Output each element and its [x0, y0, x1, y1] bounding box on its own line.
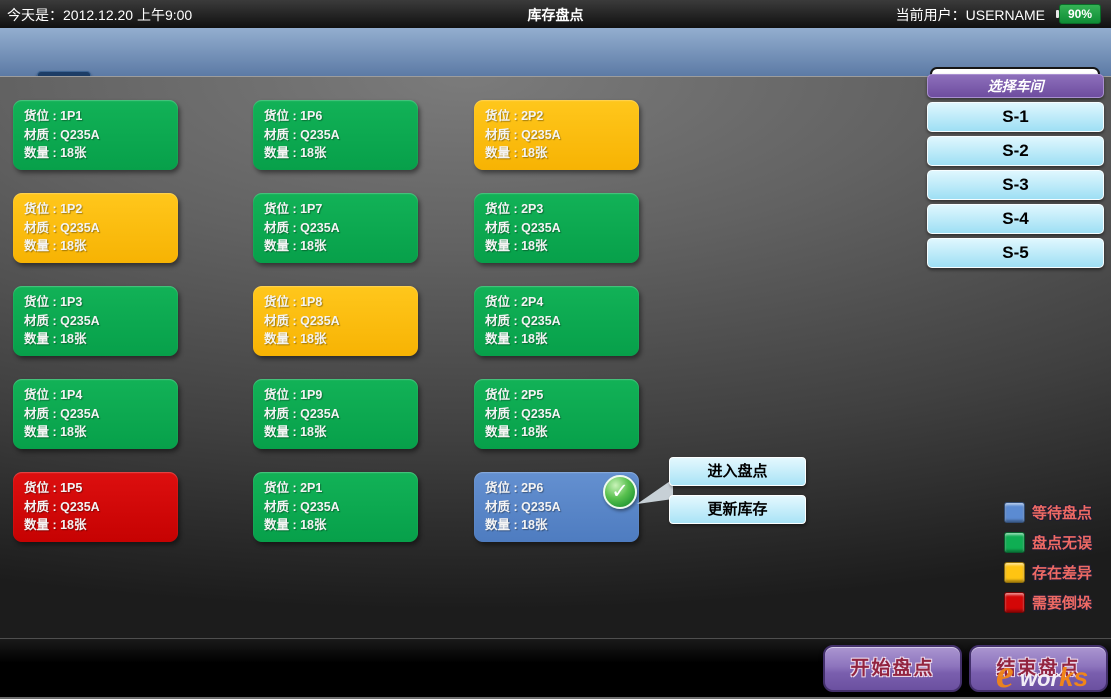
legend-label: 盘点无误 — [1032, 532, 1092, 553]
card-line: 数量 : 18张 — [24, 237, 178, 256]
legend-label: 存在差异 — [1032, 562, 1092, 583]
card-line: 材质 : Q235A — [264, 126, 418, 145]
card-line: 材质 : Q235A — [485, 126, 639, 145]
workshop-option-S-4[interactable]: S-4 — [927, 204, 1104, 234]
storage-card-1P3[interactable]: 货位 : 1P3材质 : Q235A数量 : 18张 — [13, 286, 178, 356]
storage-card-2P3[interactable]: 货位 : 2P3材质 : Q235A数量 : 18张 — [474, 193, 639, 263]
card-line: 货位 : 2P1 — [264, 479, 418, 498]
card-line: 货位 : 2P5 — [485, 386, 639, 405]
card-line: 货位 : 1P2 — [24, 200, 178, 219]
legend-row-red: 需要倒垛 — [1004, 592, 1092, 612]
card-line: 数量 : 18张 — [485, 237, 639, 256]
workshop-option-S-1[interactable]: S-1 — [927, 102, 1104, 132]
current-user: 当前用户：USERNAME — [896, 5, 1045, 25]
workshop-dropdown-list: 选择车间 S-1 S-2 S-3 S-4 S-5 — [927, 74, 1104, 268]
context-menu-item-2[interactable]: 更新库存 — [669, 495, 806, 524]
card-line: 材质 : Q235A — [485, 219, 639, 238]
card-line: 数量 : 18张 — [485, 423, 639, 442]
status-legend: 等待盘点盘点无误存在差异需要倒垛 — [1004, 502, 1092, 612]
legend-row-green: 盘点无误 — [1004, 532, 1092, 552]
card-line: 货位 : 2P3 — [485, 200, 639, 219]
card-line: 数量 : 18张 — [485, 330, 639, 349]
workshop-dropdown-header: 选择车间 — [927, 74, 1104, 98]
card-line: 数量 : 18张 — [264, 237, 418, 256]
card-line: 材质 : Q235A — [24, 498, 178, 517]
context-menu-pointer — [637, 479, 673, 506]
card-column-3: 货位 : 2P2材质 : Q235A数量 : 18张货位 : 2P3材质 : Q… — [474, 100, 639, 565]
card-line: 材质 : Q235A — [264, 405, 418, 424]
start-count-button[interactable]: 开始盘点 — [823, 645, 962, 692]
legend-swatch-blue — [1004, 502, 1025, 523]
card-line: 数量 : 18张 — [24, 423, 178, 442]
workshop-option-S-2[interactable]: S-2 — [927, 136, 1104, 166]
card-line: 材质 : Q235A — [485, 312, 639, 331]
storage-card-1P9[interactable]: 货位 : 1P9材质 : Q235A数量 : 18张 — [253, 379, 418, 449]
legend-row-blue: 等待盘点 — [1004, 502, 1092, 522]
storage-card-2P6[interactable]: 货位 : 2P6材质 : Q235A数量 : 18张✓ — [474, 472, 639, 542]
card-line: 货位 : 1P3 — [24, 293, 178, 312]
toolbar: 返回 选择车间 S-1 — [0, 28, 1111, 76]
status-bar: 今天是：2012.12.20 上午9:00 库存盘点 当前用户：USERNAME… — [0, 0, 1111, 28]
storage-card-1P7[interactable]: 货位 : 1P7材质 : Q235A数量 : 18张 — [253, 193, 418, 263]
end-count-button[interactable]: 结束盘点 — [969, 645, 1108, 692]
storage-card-1P6[interactable]: 货位 : 1P6材质 : Q235A数量 : 18张 — [253, 100, 418, 170]
workshop-option-S-3[interactable]: S-3 — [927, 170, 1104, 200]
card-line: 数量 : 18张 — [264, 144, 418, 163]
card-line: 材质 : Q235A — [485, 405, 639, 424]
legend-swatch-green — [1004, 532, 1025, 553]
card-line: 货位 : 1P6 — [264, 107, 418, 126]
card-line: 数量 : 18张 — [485, 516, 639, 535]
card-line: 数量 : 18张 — [264, 516, 418, 535]
card-line: 材质 : Q235A — [264, 219, 418, 238]
card-line: 数量 : 18张 — [485, 144, 639, 163]
storage-card-1P1[interactable]: 货位 : 1P1材质 : Q235A数量 : 18张 — [13, 100, 178, 170]
storage-card-2P4[interactable]: 货位 : 2P4材质 : Q235A数量 : 18张 — [474, 286, 639, 356]
battery-icon: 90% — [1059, 4, 1101, 24]
inventory-count-screen: 今天是：2012.12.20 上午9:00 库存盘点 当前用户：USERNAME… — [0, 0, 1111, 699]
storage-card-1P8[interactable]: 货位 : 1P8材质 : Q235A数量 : 18张 — [253, 286, 418, 356]
card-line: 数量 : 18张 — [264, 423, 418, 442]
card-line: 数量 : 18张 — [24, 144, 178, 163]
card-line: 材质 : Q235A — [24, 405, 178, 424]
card-line: 货位 : 1P8 — [264, 293, 418, 312]
card-line: 货位 : 1P9 — [264, 386, 418, 405]
legend-swatch-red — [1004, 592, 1025, 613]
card-line: 材质 : Q235A — [264, 498, 418, 517]
card-column-1: 货位 : 1P1材质 : Q235A数量 : 18张货位 : 1P2材质 : Q… — [13, 100, 178, 565]
card-line: 数量 : 18张 — [24, 516, 178, 535]
card-line: 材质 : Q235A — [24, 219, 178, 238]
card-line: 材质 : Q235A — [24, 312, 178, 331]
card-line: 数量 : 18张 — [24, 330, 178, 349]
storage-card-2P1[interactable]: 货位 : 2P1材质 : Q235A数量 : 18张 — [253, 472, 418, 542]
legend-label: 需要倒垛 — [1032, 592, 1092, 613]
card-line: 货位 : 1P7 — [264, 200, 418, 219]
legend-row-yellow: 存在差异 — [1004, 562, 1092, 582]
card-column-2: 货位 : 1P6材质 : Q235A数量 : 18张货位 : 1P7材质 : Q… — [253, 100, 418, 565]
card-line: 材质 : Q235A — [264, 312, 418, 331]
storage-card-1P2[interactable]: 货位 : 1P2材质 : Q235A数量 : 18张 — [13, 193, 178, 263]
storage-card-2P5[interactable]: 货位 : 2P5材质 : Q235A数量 : 18张 — [474, 379, 639, 449]
card-line: 数量 : 18张 — [264, 330, 418, 349]
card-line: 货位 : 1P1 — [24, 107, 178, 126]
context-menu: 进入盘点更新库存 — [669, 457, 806, 524]
workshop-option-S-5[interactable]: S-5 — [927, 238, 1104, 268]
storage-card-1P5[interactable]: 货位 : 1P5材质 : Q235A数量 : 18张 — [13, 472, 178, 542]
card-line: 货位 : 2P4 — [485, 293, 639, 312]
storage-card-1P4[interactable]: 货位 : 1P4材质 : Q235A数量 : 18张 — [13, 379, 178, 449]
card-line: 货位 : 2P2 — [485, 107, 639, 126]
legend-swatch-yellow — [1004, 562, 1025, 583]
context-menu-item-1[interactable]: 进入盘点 — [669, 457, 806, 486]
storage-card-2P2[interactable]: 货位 : 2P2材质 : Q235A数量 : 18张 — [474, 100, 639, 170]
checked-icon: ✓ — [603, 475, 637, 509]
card-line: 货位 : 1P5 — [24, 479, 178, 498]
legend-label: 等待盘点 — [1032, 502, 1092, 523]
card-line: 货位 : 1P4 — [24, 386, 178, 405]
card-line: 材质 : Q235A — [24, 126, 178, 145]
